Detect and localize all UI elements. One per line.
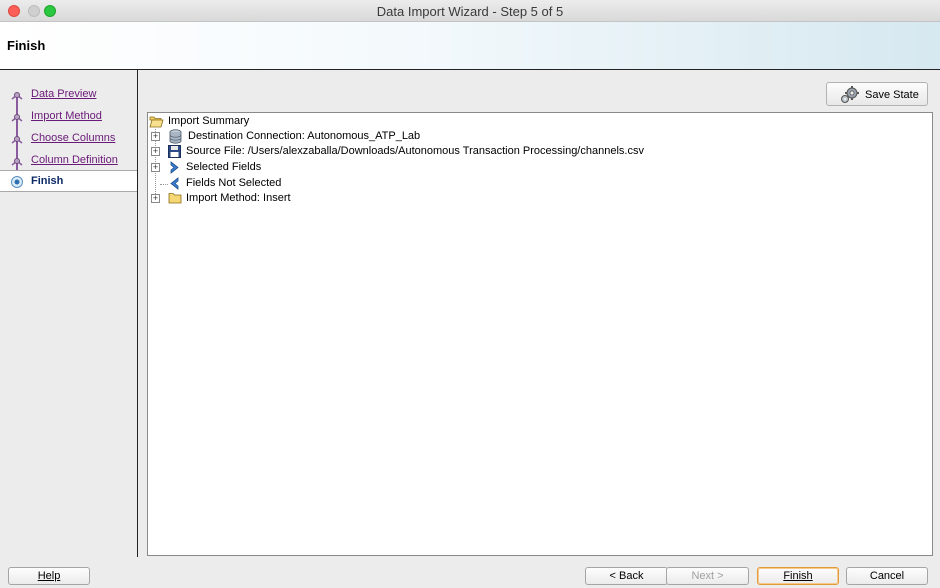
next-button-label: Next > [691,570,724,582]
step-done-icon [11,114,23,122]
tree-item-label: Destination Connection: Autonomous_ATP_L… [188,130,421,142]
window-titlebar: Data Import Wizard - Step 5 of 5 [0,0,940,22]
help-button-label: Help [37,570,61,582]
floppy-disk-icon [168,145,181,158]
tree-item-label: Selected Fields [186,161,262,173]
tree-root-label: Import Summary [168,115,250,127]
window-title: Data Import Wizard - Step 5 of 5 [376,4,564,19]
save-state-label: Save State [865,89,919,101]
tree-item-label: Source File: /Users/alexzaballa/Download… [186,145,644,157]
finish-button-label: Finish [783,570,813,582]
wizard-header: Finish [0,22,940,70]
cancel-button-label: Cancel [869,570,905,582]
tree-item-source-file[interactable]: + Source File: /Users/alexzaballa/Downlo… [151,144,771,159]
help-button[interactable]: Help [8,567,90,585]
save-state-button[interactable]: Save State [826,82,928,106]
tree-item-fields-not-selected[interactable]: Fields Not Selected [151,176,351,191]
tree-item-label: Import Method: Insert [186,192,291,204]
step-data-preview[interactable]: Data Preview [0,84,137,106]
step-link-label[interactable]: Data Preview [31,88,96,100]
step-link-label: Finish [31,175,64,187]
step-link-label[interactable]: Choose Columns [31,132,115,144]
database-icon [169,129,182,144]
step-finish[interactable]: Finish [0,170,137,192]
finish-button[interactable]: Finish [757,567,839,585]
back-button[interactable]: < Back [585,567,668,585]
step-column-definition[interactable]: Column Definition [0,150,137,172]
step-link-label[interactable]: Import Method [31,110,102,122]
tree-item-import-method[interactable]: + Import Method: Insert [151,191,351,206]
page-title: Finish [7,38,46,53]
next-button[interactable]: Next > [666,567,749,585]
tree-item-label: Fields Not Selected [186,177,282,189]
expand-toggle[interactable]: + [151,147,160,156]
step-link-label[interactable]: Column Definition [31,154,118,166]
step-import-method[interactable]: Import Method [0,106,137,128]
import-summary-tree[interactable]: Import Summary + Destination Connection:… [147,112,933,556]
step-current-icon [11,176,23,188]
back-button-label: < Back [609,570,644,582]
step-choose-columns[interactable]: Choose Columns [0,128,137,150]
folder-icon [168,193,182,204]
arrow-right-icon [170,161,179,174]
folder-open-icon [149,116,164,128]
wizard-steps-panel: Data Preview Import Method Choose Column… [0,70,138,557]
arrow-left-icon [170,177,179,190]
step-done-icon [11,136,23,144]
step-done-icon [11,158,23,166]
expand-toggle[interactable]: + [151,163,160,172]
tree-item-selected-fields[interactable]: + Selected Fields [151,160,351,175]
expand-toggle[interactable]: + [151,194,160,203]
cancel-button[interactable]: Cancel [846,567,928,585]
gears-icon [841,86,859,103]
expand-toggle[interactable]: + [151,132,160,141]
step-done-icon [11,92,23,100]
tree-item-destination-connection[interactable]: + Destination Connection: Autonomous_ATP… [151,129,451,144]
main-content: Save State Import Summary + Destination … [140,70,940,557]
